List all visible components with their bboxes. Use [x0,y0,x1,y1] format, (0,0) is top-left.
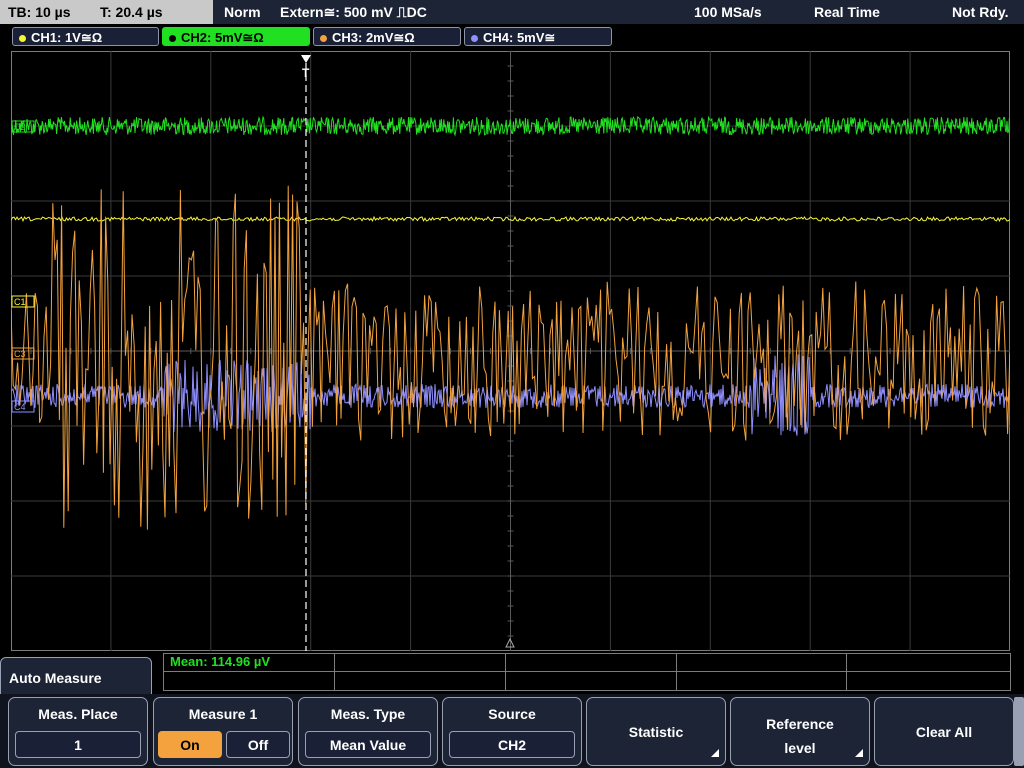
channel-tab-ch3[interactable]: CH3: 2mV≅Ω [313,27,461,46]
source-label: Source [488,706,536,722]
ch4-label: CH4: 5mV≅ [483,30,556,45]
channel-bar: CH1: 1V≅Ω CH2: 5mV≅Ω CH3: 2mV≅Ω CH4: 5mV… [0,25,1024,49]
channel-tab-ch4[interactable]: CH4: 5mV≅ [464,27,612,46]
svg-text:C2: C2 [14,122,26,132]
trigger-state: Not Rdy. [952,4,1009,20]
meas-type-value[interactable]: Mean Value [305,731,431,758]
channel-tab-ch2[interactable]: CH2: 5mV≅Ω [162,27,310,46]
ch2-dot-icon [169,35,176,42]
statistic-softkey[interactable]: Statistic [586,697,726,766]
ch2-label: CH2: 5mV≅Ω [181,30,264,45]
waveform-svg: T C2 C1 C3 C4 [11,51,1010,651]
meas-type-softkey[interactable]: Meas. Type Mean Value [298,697,438,766]
clear-all-label: Clear All [915,724,973,740]
trigger-settings[interactable]: Extern≅: 500 mV ⎍DC [280,0,427,24]
measure1-off-button[interactable]: Off [226,731,290,758]
sample-rate: 100 MSa/s [694,4,762,20]
ch3-label: CH3: 2mV≅Ω [332,30,415,45]
meas-type-label: Meas. Type [330,706,406,722]
menu-scrollbar[interactable] [1014,697,1024,766]
svg-text:C3: C3 [14,349,26,359]
timebase-value: TB: 10 µs [8,4,71,20]
ch1-label: CH1: 1V≅Ω [31,30,103,45]
ch1-dot-icon [19,35,26,42]
svg-text:C1: C1 [14,297,26,307]
reference-level-line1: Reference [766,716,834,732]
ch1-offset-marker[interactable]: C1 [11,295,35,308]
svg-text:C4: C4 [14,402,26,412]
ch3-dot-icon [320,35,327,42]
menu-title-label: Auto Measure [9,670,102,686]
meas-place-label: Meas. Place [38,706,118,722]
reference-level-softkey[interactable]: Reference level [730,697,870,766]
channel-tab-ch1[interactable]: CH1: 1V≅Ω [12,27,159,46]
submenu-corner-icon [711,749,719,757]
status-bar: TB: 10 µs T: 20.4 µs Norm Extern≅: 500 m… [0,0,1024,24]
measure1-softkey[interactable]: Measure 1 On Off [153,697,293,766]
reference-level-line2: level [784,740,816,756]
trigger-position-marker-icon[interactable] [301,55,311,63]
measurement-result: Mean: 114.96 µV [170,654,270,669]
statistic-label: Statistic [628,724,684,740]
acquisition-mode[interactable]: Norm [224,0,261,24]
source-softkey[interactable]: Source CH2 [442,697,582,766]
reference-level-label: Reference level [731,712,869,760]
auto-measure-menu-title: Auto Measure [0,657,152,697]
ch4-dot-icon [471,35,478,42]
clear-all-softkey[interactable]: Clear All [874,697,1014,766]
measure1-label: Measure 1 [188,706,258,722]
meas-place-value[interactable]: 1 [15,731,141,758]
meas-place-softkey[interactable]: Meas. Place 1 [8,697,148,766]
submenu-corner-icon [855,749,863,757]
trigger-marker-label: T [302,66,310,80]
source-value[interactable]: CH2 [449,731,575,758]
measurement-panel [163,653,1011,691]
trigger-time-value: T: 20.4 µs [100,4,163,20]
timebase-box[interactable]: TB: 10 µs T: 20.4 µs [0,0,213,24]
acquisition-realtime: Real Time [814,4,880,20]
measure1-on-button[interactable]: On [158,731,222,758]
